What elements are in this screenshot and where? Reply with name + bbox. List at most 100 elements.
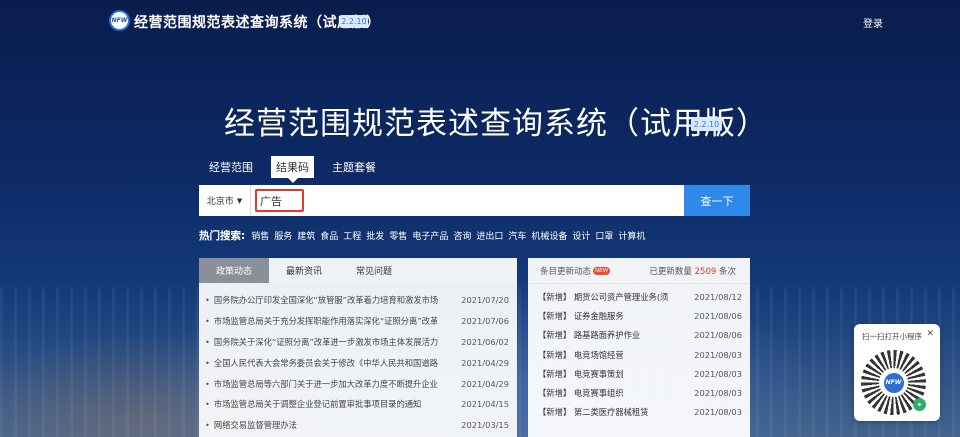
update-count-unit: 条次 [718, 266, 736, 277]
update-panel: 条目更新动态 NEW 已更新数量 2509 条次 【新增】 期货公司资产管理业务… [528, 258, 750, 437]
update-item: 【新增】 第二类医疗器械租赁 [538, 406, 686, 418]
update-tag: 【新增】 [538, 310, 572, 321]
news-date: 2021/03/15 [461, 420, 509, 431]
update-date: 2021/08/03 [694, 388, 742, 399]
new-badge: NEW [593, 266, 611, 275]
top-navbar: NFW 经营范围规范表述查询系统（试用版） 2.2.10 登录 [0, 0, 960, 42]
update-item: 【新增】 证券金融服务 [538, 310, 686, 322]
tab-theme-package[interactable]: 主题套餐 [326, 156, 382, 178]
update-item: 【新增】 期货公司资产管理业务(须 [538, 291, 686, 303]
hot-search-item[interactable]: 进出口 [476, 229, 503, 242]
hot-searches: 热门搜索: 销售 服务 建筑 食品 工程 批发 零售 电子产品 咨询 进出口 汽… [199, 228, 650, 243]
hot-search-item[interactable]: 销售 [251, 229, 269, 242]
update-date: 2021/08/03 [694, 407, 742, 418]
news-title: 国务院办公厅印发全国深化“放管服”改革着力培育和激发市场 [205, 294, 457, 306]
city-select-label: 北京市 [206, 197, 234, 207]
tab-latest-info[interactable]: 最新资讯 [269, 258, 339, 283]
update-row[interactable]: 【新增】 电竞场馆经营 2021/08/03 [538, 345, 742, 364]
hot-search-item[interactable]: 服务 [274, 229, 292, 242]
hot-search-item[interactable]: 建筑 [297, 229, 315, 242]
hot-search-item[interactable]: 口罩 [595, 229, 613, 242]
tab-policy-news[interactable]: 政策动态 [199, 258, 269, 283]
search-input[interactable] [255, 189, 304, 212]
update-row[interactable]: 【新增】 第二类医疗器械租赁 2021/08/03 [538, 403, 742, 422]
update-row[interactable]: 【新增】 证券金融服务 2021/08/06 [538, 306, 742, 325]
version-badge: 2.2.10 [340, 15, 368, 28]
update-row[interactable]: 【新增】 电竞赛事组织 2021/08/03 [538, 383, 742, 402]
news-row[interactable]: 市场监管总局关于充分发挥职能作用落实深化“证照分离”改革 2021/07/06 [205, 311, 509, 332]
news-row[interactable]: 市场监管总局等六部门关于进一步加大改革力度不断提升企业 2021/04/29 [205, 373, 509, 394]
update-count: 已更新数量 2509 条次 [649, 265, 736, 277]
hot-search-item[interactable]: 汽车 [508, 229, 526, 242]
hot-search-item[interactable]: 机械设备 [531, 229, 567, 242]
site-logo-icon[interactable]: NFW [109, 10, 130, 31]
update-tag: 【新增】 [538, 388, 572, 399]
update-title: 电竞赛事组织 [573, 388, 624, 399]
login-link[interactable]: 登录 [863, 15, 883, 30]
hot-search-item[interactable]: 批发 [366, 229, 384, 242]
close-icon[interactable]: ✕ [926, 329, 934, 339]
tab-faq[interactable]: 常见问题 [339, 258, 409, 283]
search-bar: 北京市 ▼ 查一下 [199, 185, 750, 216]
update-title: 路基路面养护作业 [573, 330, 641, 341]
update-date: 2021/08/06 [694, 310, 742, 321]
update-date: 2021/08/03 [694, 349, 742, 360]
news-title: 国务院关于深化“证照分离”改革进一步激发市场主体发展活力 [205, 336, 457, 348]
search-button[interactable]: 查一下 [684, 185, 750, 216]
update-row[interactable]: 【新增】 路基路面养护作业 2021/08/06 [538, 326, 742, 345]
tab-business-scope[interactable]: 经营范围 [209, 156, 259, 178]
update-item: 【新增】 路基路面养护作业 [538, 329, 686, 341]
hot-search-item[interactable]: 电子产品 [412, 229, 448, 242]
news-title: 全国人民代表大会常务委员会关于修改《中华人民共和国道路 [205, 357, 457, 369]
news-row[interactable]: 市场监管总局关于调整企业登记前置审批事项目录的通知 2021/04/15 [205, 394, 509, 415]
update-panel-title: 条目更新动态 [540, 266, 592, 277]
update-item: 【新增】 电竞赛事策划 [538, 368, 686, 380]
update-date: 2021/08/12 [694, 291, 742, 302]
update-panel-header: 条目更新动态 NEW 已更新数量 2509 条次 [528, 258, 750, 284]
news-date: 2021/04/29 [461, 378, 509, 389]
news-date: 2021/04/15 [461, 399, 509, 410]
update-tag: 【新增】 [538, 330, 572, 341]
hot-search-item[interactable]: 工程 [343, 229, 361, 242]
hot-search-item[interactable]: 计算机 [618, 229, 645, 242]
update-item: 【新增】 电竞场馆经营 [538, 349, 686, 361]
news-date: 2021/06/02 [461, 336, 509, 347]
update-item: 【新增】 电竞赛事组织 [538, 387, 686, 399]
city-select[interactable]: 北京市 ▼ [199, 185, 251, 216]
hot-search-item[interactable]: 咨询 [453, 229, 471, 242]
news-date: 2021/07/06 [461, 316, 509, 327]
news-title: 市场监管总局等六部门关于进一步加大改革力度不断提升企业 [205, 378, 457, 390]
news-row[interactable]: 全国人民代表大会常务委员会关于修改《中华人民共和国道路 2021/04/29 [205, 352, 509, 373]
news-date: 2021/04/29 [461, 357, 509, 368]
hot-searches-label: 热门搜索: [199, 230, 246, 242]
update-title: 电竞赛事策划 [573, 368, 624, 379]
news-title: 市场监管总局关于调整企业登记前置审批事项目录的通知 [205, 398, 457, 410]
news-row[interactable]: 网络交易监督管理办法 2021/03/15 [205, 415, 509, 436]
update-tag: 【新增】 [538, 349, 572, 360]
update-count-label: 已更新数量 [649, 266, 692, 277]
mini-program-label: 扫一扫打开小程序 [862, 332, 922, 341]
hot-search-item[interactable]: 食品 [320, 229, 338, 242]
news-title: 网络交易监督管理办法 [205, 419, 457, 431]
update-tag: 【新增】 [538, 291, 572, 302]
update-date: 2021/08/06 [694, 330, 742, 341]
hot-search-item[interactable]: 设计 [572, 229, 590, 242]
news-panel: 政策动态 最新资讯 常见问题 国务院办公厅印发全国深化“放管服”改革着力培育和激… [199, 258, 517, 437]
update-row[interactable]: 【新增】 电竞赛事策划 2021/08/03 [538, 364, 742, 383]
update-row[interactable]: 【新增】 期货公司资产管理业务(须 2021/08/12 [538, 287, 742, 306]
update-tag: 【新增】 [538, 368, 572, 379]
update-count-number: 2509 [694, 266, 717, 277]
caret-down-icon: ▼ [236, 196, 243, 205]
update-list: 【新增】 期货公司资产管理业务(须 2021/08/12 【新增】 证券金融服务… [528, 284, 750, 422]
update-title: 第二类医疗器械租赁 [573, 407, 649, 418]
news-row[interactable]: 国务院办公厅印发全国深化“放管服”改革着力培育和激发市场 2021/07/20 [205, 290, 509, 311]
news-row[interactable]: 国务院关于深化“证照分离”改革进一步激发市场主体发展活力 2021/06/02 [205, 332, 509, 353]
hot-search-item[interactable]: 零售 [389, 229, 407, 242]
news-list: 国务院办公厅印发全国深化“放管服”改革着力培育和激发市场 2021/07/20 … [199, 283, 517, 436]
mini-program-popup: 扫一扫打开小程序 ✕ NFW ✦ [854, 324, 940, 421]
tab-result-code[interactable]: 结果码 [271, 156, 314, 183]
qr-logo-icon: NFW [881, 370, 906, 395]
search-mode-tabs: 经营范围 结果码 主题套餐 [209, 156, 394, 183]
news-panel-tabs: 政策动态 最新资讯 常见问题 [199, 258, 517, 283]
update-date: 2021/08/03 [694, 368, 742, 379]
